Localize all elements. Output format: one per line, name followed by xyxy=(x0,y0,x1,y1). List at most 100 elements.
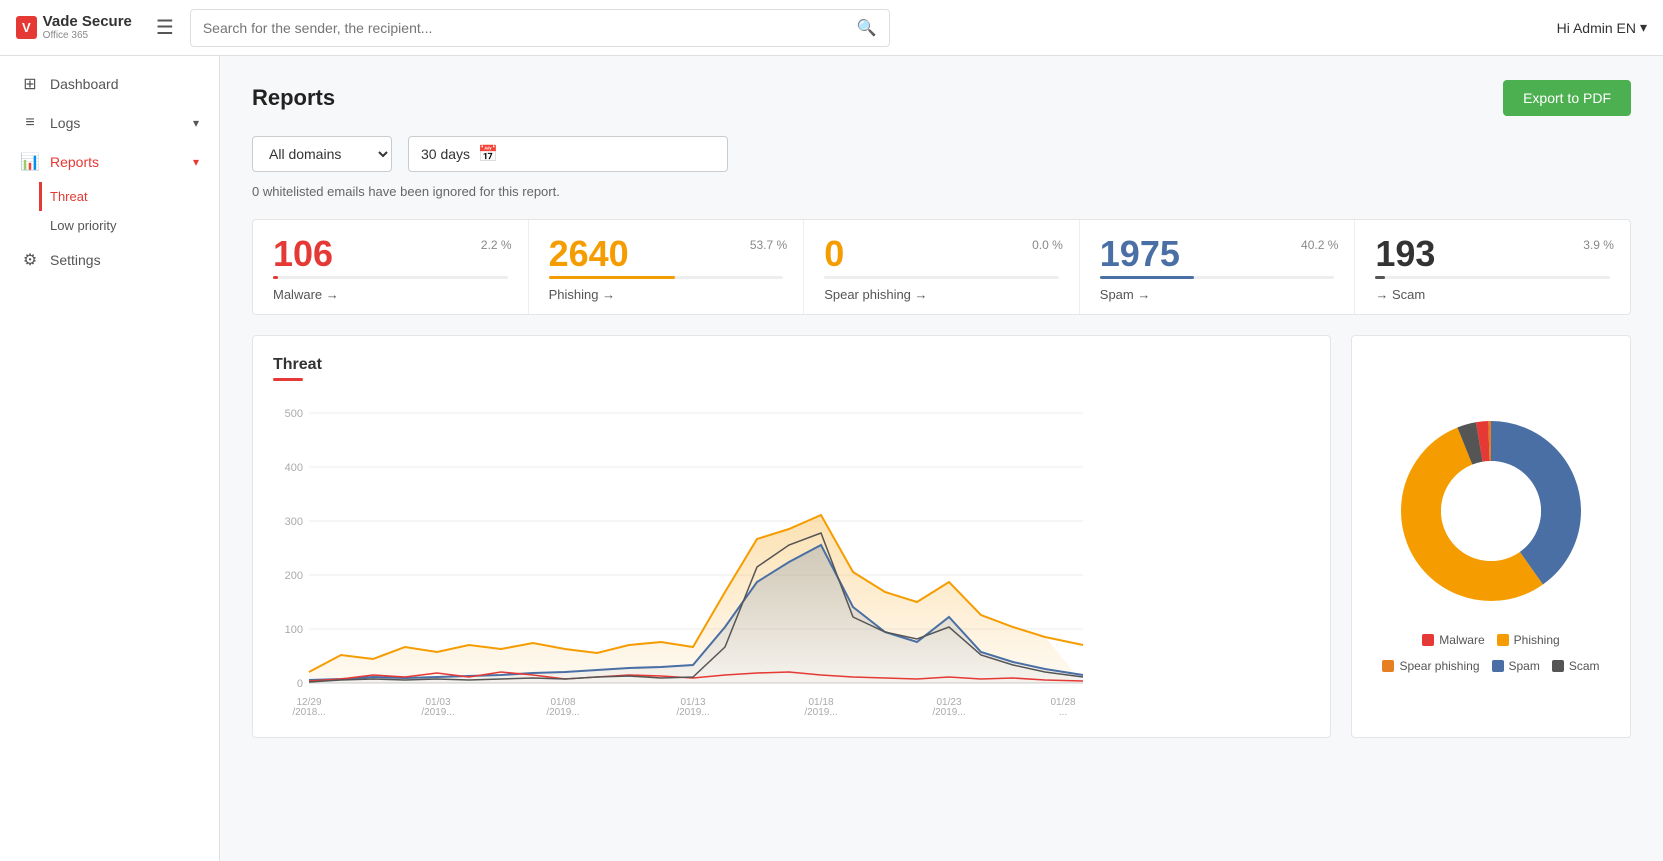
top-bar: V Vade Secure Office 365 ☰ 🔍 Hi Admin EN… xyxy=(0,0,1663,56)
logo-icon: V xyxy=(16,16,37,39)
stat-bar-phishing xyxy=(549,276,784,279)
legend-label-spam: Spam xyxy=(1509,659,1540,673)
search-input[interactable] xyxy=(203,20,857,36)
legend-label-phishing: Phishing xyxy=(1514,633,1560,647)
sidebar-item-logs[interactable]: ≡ Logs ▾ xyxy=(0,104,219,142)
stat-value-malware: 106 xyxy=(273,236,508,272)
stat-value-spam: 1975 xyxy=(1100,236,1335,272)
stat-value-phishing: 2640 xyxy=(549,236,784,272)
sidebar-sub-item-threat[interactable]: Threat xyxy=(39,182,219,211)
stat-bar-fill-phishing xyxy=(549,276,675,279)
svg-text:...: ... xyxy=(1059,707,1067,717)
calendar-icon: 📅 xyxy=(478,144,498,164)
sidebar-item-dashboard[interactable]: ⊞ Dashboard xyxy=(0,64,219,104)
svg-text:/2019...: /2019... xyxy=(804,707,837,717)
date-range-value: 30 days xyxy=(421,146,470,162)
stat-item-malware[interactable]: 2.2 %106 Malware → xyxy=(253,220,529,314)
stat-bar-scam xyxy=(1375,276,1610,279)
svg-text:400: 400 xyxy=(285,462,303,474)
stat-pct-spear-phishing: 0.0 % xyxy=(1032,238,1063,252)
legend-malware: Malware xyxy=(1422,633,1484,647)
stat-bar-fill-scam xyxy=(1375,276,1384,279)
sidebar-sub-item-low-priority[interactable]: Low priority xyxy=(50,211,219,240)
hamburger-button[interactable]: ☰ xyxy=(156,15,174,40)
date-filter[interactable]: 30 days 📅 xyxy=(408,136,728,172)
svg-text:/2019...: /2019... xyxy=(546,707,579,717)
legend-dot-spam xyxy=(1492,660,1504,672)
legend-dot-phishing xyxy=(1497,634,1509,646)
stat-label-scam: → Scam xyxy=(1375,287,1610,302)
legend-phishing: Phishing xyxy=(1497,633,1560,647)
donut-svg xyxy=(1391,411,1591,611)
export-pdf-button[interactable]: Export to PDF xyxy=(1503,80,1631,116)
page-header: Reports Export to PDF xyxy=(252,80,1631,116)
search-icon: 🔍 xyxy=(857,18,877,38)
domain-filter[interactable]: All domains xyxy=(252,136,392,172)
stat-value-spear-phishing: 0 xyxy=(824,236,1059,272)
line-chart-svg: 500 400 300 200 100 0 xyxy=(273,397,1093,717)
svg-text:/2019...: /2019... xyxy=(421,707,454,717)
sidebar-item-label: Reports xyxy=(50,154,99,170)
reports-arrow: ▾ xyxy=(193,155,199,169)
legend-dot-scam xyxy=(1552,660,1564,672)
logo-text: Vade Secure Office 365 xyxy=(43,14,132,42)
stat-item-phishing[interactable]: 53.7 %2640Phishing → xyxy=(529,220,805,314)
threat-label: Threat xyxy=(50,189,88,204)
svg-text:100: 100 xyxy=(285,624,303,636)
stat-bar-spear-phishing xyxy=(824,276,1059,279)
stat-item-spear-phishing[interactable]: 0.0 %0 Spear phishing → xyxy=(804,220,1080,314)
svg-text:/2019...: /2019... xyxy=(932,707,965,717)
legend-dot-spear xyxy=(1382,660,1394,672)
stat-bar-fill-spam xyxy=(1100,276,1194,279)
stat-label-malware: Malware → xyxy=(273,287,508,302)
sidebar-item-label: Settings xyxy=(50,252,101,268)
low-priority-label: Low priority xyxy=(50,218,116,233)
stat-label-spam: Spam → xyxy=(1100,287,1335,302)
svg-text:500: 500 xyxy=(285,408,303,420)
stat-pct-malware: 2.2 % xyxy=(481,238,512,252)
user-info: Hi Admin EN ▾ xyxy=(1557,19,1647,36)
legend-dot-malware xyxy=(1422,634,1434,646)
stat-pct-scam: 3.9 % xyxy=(1583,238,1614,252)
user-dropdown-icon[interactable]: ▾ xyxy=(1640,19,1647,36)
main-area: ⊞ Dashboard ≡ Logs ▾ 📊 Reports ▾ Threat … xyxy=(0,56,1663,861)
logs-arrow: ▾ xyxy=(193,116,199,130)
svg-text:/2019...: /2019... xyxy=(676,707,709,717)
sidebar-item-settings[interactable]: ⚙ Settings xyxy=(0,240,219,280)
logo-subtitle: Office 365 xyxy=(43,30,132,41)
svg-text:0: 0 xyxy=(297,678,303,690)
charts-area: Threat 500 400 300 200 100 0 xyxy=(252,335,1631,738)
sidebar-item-reports[interactable]: 📊 Reports ▾ xyxy=(0,142,219,182)
dashboard-icon: ⊞ xyxy=(20,74,40,94)
sidebar-item-label: Logs xyxy=(50,115,80,131)
legend-scam: Scam xyxy=(1552,659,1600,673)
donut-legend: Malware Phishing Spear phishing Spa xyxy=(1372,633,1610,673)
donut-container xyxy=(1391,411,1591,611)
page-title: Reports xyxy=(252,85,335,111)
stats-row: 2.2 %106Malware →53.7 %2640Phishing →0.0… xyxy=(252,219,1631,315)
logo: V Vade Secure Office 365 xyxy=(16,14,132,42)
stat-bar-spam xyxy=(1100,276,1335,279)
line-chart-card: Threat 500 400 300 200 100 0 xyxy=(252,335,1331,738)
stat-label-spear-phishing: Spear phishing → xyxy=(824,287,1059,302)
stat-value-scam: 193 xyxy=(1375,236,1610,272)
legend-spam: Spam xyxy=(1492,659,1540,673)
stat-pct-spam: 40.2 % xyxy=(1301,238,1338,252)
sidebar: ⊞ Dashboard ≡ Logs ▾ 📊 Reports ▾ Threat … xyxy=(0,56,220,861)
chart-title-underline xyxy=(273,378,303,381)
stat-pct-phishing: 53.7 % xyxy=(750,238,787,252)
filters-row: All domains 30 days 📅 xyxy=(252,136,1631,172)
logs-icon: ≡ xyxy=(20,114,40,132)
stat-bar-malware xyxy=(273,276,508,279)
app-wrapper: V Vade Secure Office 365 ☰ 🔍 Hi Admin EN… xyxy=(0,0,1663,861)
legend-label-scam: Scam xyxy=(1569,659,1600,673)
legend-spear: Spear phishing xyxy=(1382,659,1479,673)
donut-chart-card: Malware Phishing Spear phishing Spa xyxy=(1351,335,1631,738)
legend-label-malware: Malware xyxy=(1439,633,1484,647)
svg-text:200: 200 xyxy=(285,570,303,582)
content-area: Reports Export to PDF All domains 30 day… xyxy=(220,56,1663,861)
settings-icon: ⚙ xyxy=(20,250,40,270)
search-bar: 🔍 xyxy=(190,9,890,47)
stat-item-scam[interactable]: 3.9 %193 → Scam xyxy=(1355,220,1630,314)
stat-item-spam[interactable]: 40.2 %1975 Spam → xyxy=(1080,220,1356,314)
